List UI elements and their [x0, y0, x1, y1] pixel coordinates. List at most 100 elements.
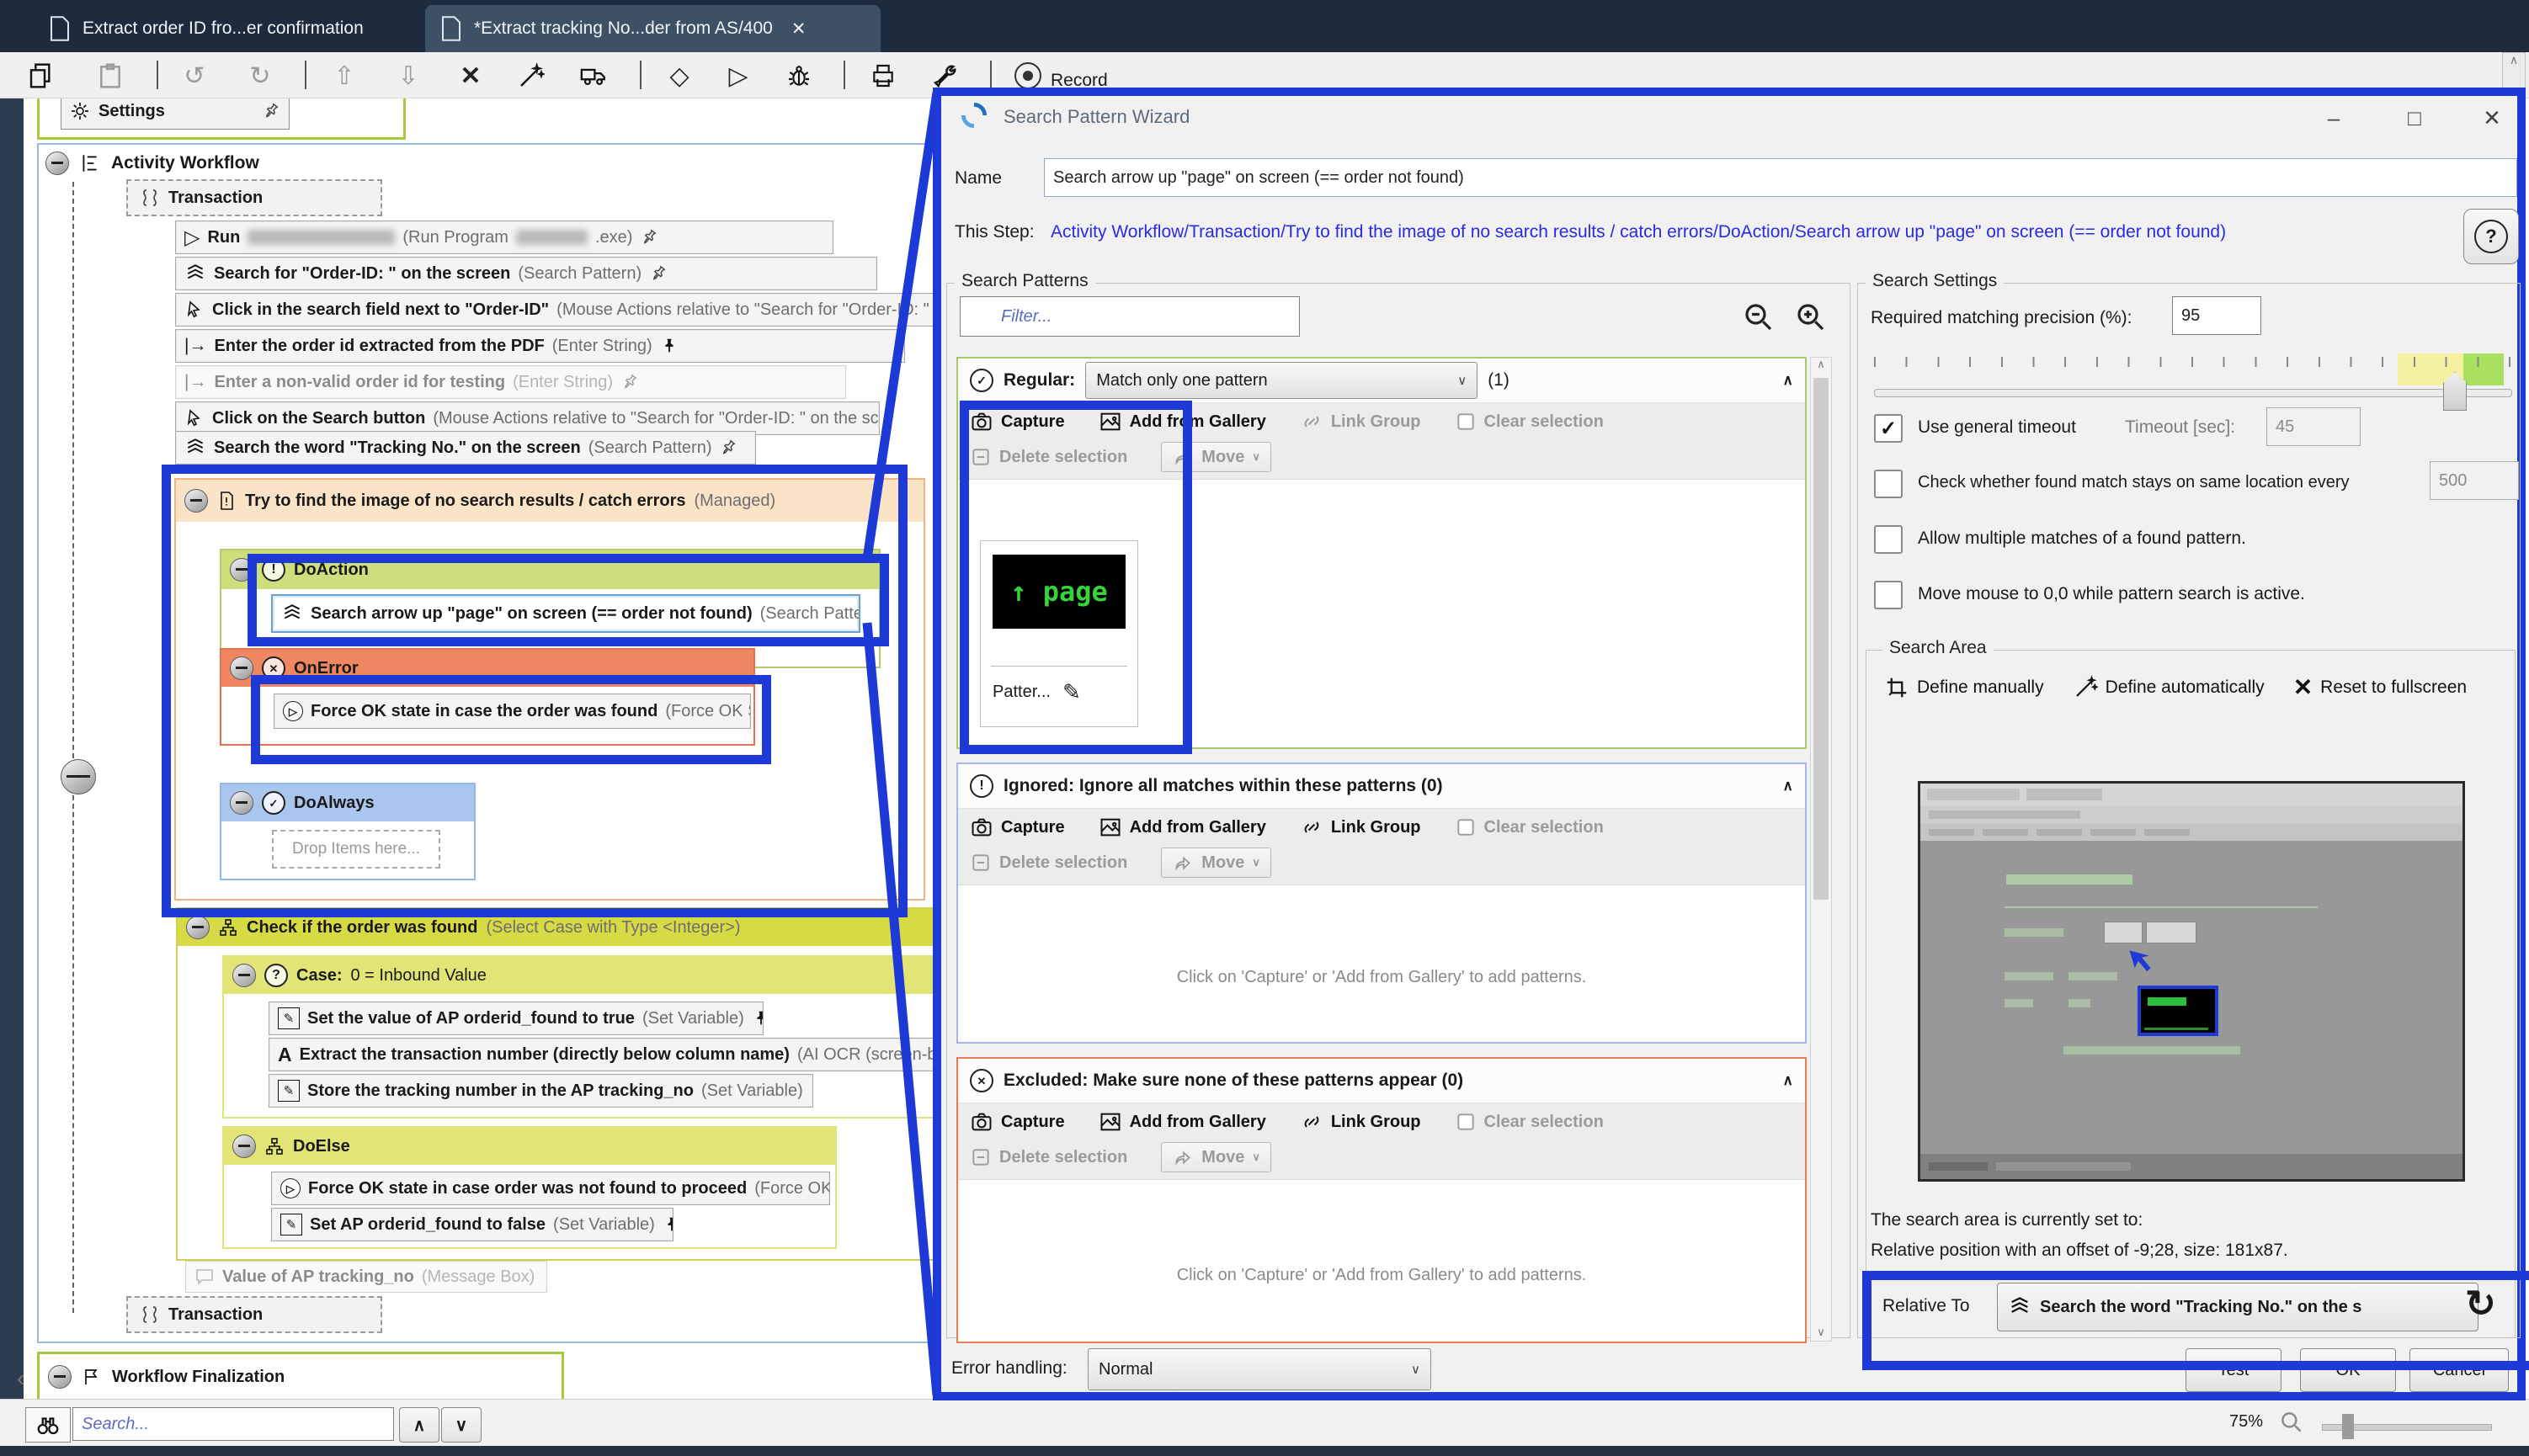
zoom-in-icon[interactable]: [1793, 300, 1829, 335]
redo-icon[interactable]: ↻: [244, 60, 276, 92]
clear-selection-button[interactable]: Clear selection: [1455, 816, 1604, 838]
pin-icon[interactable]: [660, 337, 679, 355]
cancel-button[interactable]: Cancel: [2409, 1348, 2509, 1392]
tree-item-message-box[interactable]: Value of AP tracking_no (Message Box): [185, 1261, 547, 1293]
copy-icon[interactable]: [25, 60, 57, 92]
tree-item-store[interactable]: ✎ Store the tracking number in the AP tr…: [269, 1074, 813, 1108]
collapse-icon[interactable]: [230, 656, 253, 680]
tree-item-search-orderid[interactable]: Search for "Order-ID: " on the screen (S…: [175, 257, 877, 290]
chevron-up-icon[interactable]: ∧: [1811, 358, 1831, 376]
close-button[interactable]: ✕: [2468, 99, 2516, 136]
this-step-link[interactable]: Activity Workflow/Transaction/Try to fin…: [1051, 222, 2440, 242]
paste-icon[interactable]: [94, 60, 126, 92]
tree-item-click-search[interactable]: Click on the Search button (Mouse Action…: [175, 401, 880, 435]
minimize-button[interactable]: –: [2310, 99, 2357, 136]
delete-icon[interactable]: ✕: [455, 60, 487, 92]
collapse-icon[interactable]: [48, 1365, 72, 1389]
tree-item-set-true[interactable]: ✎ Set the value of AP orderid_found to t…: [269, 1002, 764, 1035]
move-down-icon[interactable]: ⇩: [392, 60, 424, 92]
link-group-button[interactable]: Link Group: [1300, 816, 1421, 839]
link-group-button[interactable]: Link Group: [1300, 410, 1421, 433]
tree-item-enter-nonvalid[interactable]: |→ Enter a non-valid order id for testin…: [175, 365, 846, 399]
pin-icon[interactable]: [663, 1215, 674, 1234]
managed-block-header[interactable]: Try to find the image of no search resul…: [176, 480, 924, 522]
patterns-scrollbar[interactable]: ∧ ∨: [1810, 357, 1832, 1342]
tree-item-extract[interactable]: A Extract the transaction number (direct…: [269, 1038, 952, 1071]
reset-fullscreen-button[interactable]: ✕ Reset to fullscreen: [2293, 673, 2467, 701]
clear-selection-button[interactable]: Clear selection: [1455, 411, 1604, 433]
pin-icon[interactable]: [716, 435, 742, 461]
add-from-gallery-button[interactable]: Add from Gallery: [1099, 816, 1266, 839]
breakpoint-icon[interactable]: ◇: [663, 60, 695, 92]
wand-icon[interactable]: [515, 60, 547, 92]
collapse-chevron-icon[interactable]: ∧: [1783, 1072, 1793, 1089]
pin-icon[interactable]: [617, 369, 643, 396]
collapse-icon[interactable]: [184, 489, 208, 513]
ignored-header[interactable]: ! Ignored: Ignore all matches within the…: [958, 764, 1805, 809]
workflow-finalization-block[interactable]: Workflow Finalization: [37, 1352, 564, 1402]
pin-icon[interactable]: [811, 1081, 813, 1100]
tree-item-force-ok[interactable]: ▷ Force OK state in case the order was f…: [274, 693, 751, 729]
tab-order-confirmation[interactable]: Extract order ID fro...er confirmation: [34, 5, 409, 52]
transaction-node[interactable]: Transaction: [126, 179, 382, 216]
tree-item-set-false[interactable]: ✎ Set AP orderid_found to false (Set Var…: [271, 1208, 674, 1241]
collapse-icon[interactable]: [45, 151, 69, 175]
regular-header[interactable]: ✓ Regular: Match only one pattern ∨ (1) …: [958, 359, 1805, 403]
pin-icon[interactable]: [258, 98, 285, 125]
print-icon[interactable]: [867, 60, 899, 92]
excluded-header[interactable]: ✕ Excluded: Make sure none of these patt…: [958, 1059, 1805, 1103]
pin-icon[interactable]: [752, 1009, 764, 1028]
error-handling-dropdown[interactable]: Normal ∨: [1088, 1348, 1431, 1390]
move-button[interactable]: Move∨: [1161, 1142, 1271, 1172]
test-button[interactable]: Test: [2186, 1348, 2281, 1392]
define-automatically-button[interactable]: Define automatically: [2073, 673, 2265, 701]
delete-selection-button[interactable]: Delete selection: [970, 1146, 1127, 1168]
tree-item-force-ok2[interactable]: ▷ Force OK state in case order was not f…: [271, 1172, 830, 1205]
precision-input[interactable]: [2172, 296, 2261, 335]
search-next-button[interactable]: ∨: [441, 1407, 482, 1443]
scroll-left-icon[interactable]: ‹: [17, 1365, 24, 1392]
drop-zone[interactable]: Drop Items here...: [272, 830, 440, 869]
doaction-header[interactable]: ! DoAction: [221, 550, 879, 589]
maximize-button[interactable]: □: [2391, 99, 2438, 136]
doalways-header[interactable]: ✓ DoAlways: [221, 784, 474, 821]
edit-icon[interactable]: ✎: [1062, 679, 1081, 705]
debug-icon[interactable]: [783, 60, 815, 92]
refresh-icon[interactable]: ↻: [2465, 1283, 2496, 1326]
name-input[interactable]: [1044, 158, 2517, 197]
find-button[interactable]: [25, 1407, 71, 1443]
scrollbar-thumb[interactable]: [1813, 378, 1829, 900]
define-manually-button[interactable]: Define manually: [1884, 673, 2044, 701]
search-input[interactable]: [72, 1407, 394, 1441]
collapse-icon[interactable]: [232, 1135, 256, 1158]
same-location-input[interactable]: [2430, 461, 2519, 500]
collapse-icon[interactable]: [186, 916, 210, 939]
add-from-gallery-button[interactable]: Add from Gallery: [1099, 410, 1266, 433]
move-up-icon[interactable]: ⇧: [328, 60, 360, 92]
pattern-thumbnail[interactable]: ↑ page: [993, 555, 1126, 629]
pattern-card[interactable]: ↑ page Patter... ✎: [980, 540, 1138, 727]
capture-button[interactable]: Capture: [970, 816, 1065, 839]
precision-slider[interactable]: [1874, 353, 2510, 404]
use-timeout-checkbox[interactable]: ✓: [1874, 414, 1903, 443]
same-location-checkbox[interactable]: [1874, 470, 1903, 498]
collapse-icon[interactable]: [61, 759, 96, 794]
clear-selection-button[interactable]: Clear selection: [1455, 1111, 1604, 1133]
move-button[interactable]: Move∨: [1161, 442, 1271, 472]
pin-icon[interactable]: [636, 225, 663, 251]
add-from-gallery-button[interactable]: Add from Gallery: [1099, 1110, 1266, 1134]
delete-selection-button[interactable]: Delete selection: [970, 446, 1127, 468]
tab-close-icon[interactable]: ✕: [791, 19, 807, 40]
activity-workflow-node[interactable]: Activity Workflow: [45, 151, 259, 175]
move-button[interactable]: Move∨: [1161, 848, 1271, 878]
multiple-matches-checkbox[interactable]: [1874, 525, 1903, 554]
tree-item-run[interactable]: ▷ Run (Run Program .exe): [175, 221, 833, 254]
transaction-node[interactable]: Transaction: [126, 1296, 382, 1333]
canvas-scrollbar[interactable]: ∧: [2502, 52, 2526, 91]
tree-item-enter-order[interactable]: |→ Enter the order id extracted from the…: [175, 329, 905, 363]
truck-icon[interactable]: [578, 60, 610, 92]
tree-item-search-tracking[interactable]: Search the word "Tracking No." on the sc…: [175, 431, 756, 465]
delete-selection-button[interactable]: Delete selection: [970, 852, 1127, 874]
slider-track[interactable]: [1874, 389, 2512, 397]
ok-button[interactable]: OK: [2300, 1348, 2396, 1392]
